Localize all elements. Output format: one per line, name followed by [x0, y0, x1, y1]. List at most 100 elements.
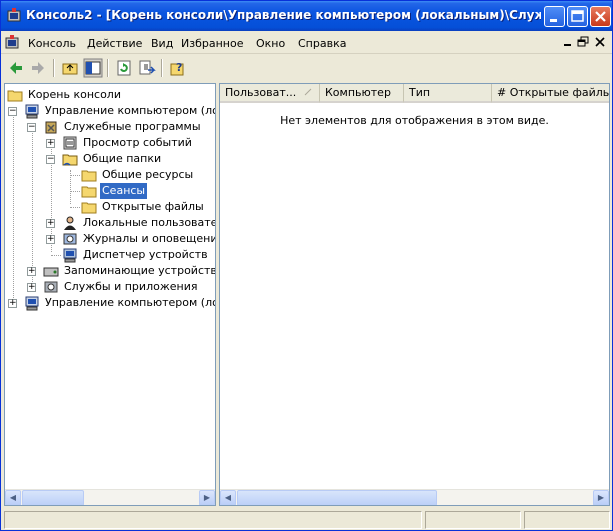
tree-node-label[interactable]: Корень консоли — [26, 87, 123, 103]
tree-node-label[interactable]: Диспетчер устройств — [81, 247, 210, 263]
tree-node-label[interactable]: Общие ресурсы — [100, 167, 195, 183]
mdi-restore-button[interactable] — [576, 35, 590, 49]
help-icon[interactable]: ? — [168, 58, 188, 78]
toolbar-separator — [161, 59, 163, 77]
scroll-right-button[interactable]: ▶ — [199, 490, 215, 505]
minimize-button[interactable] — [544, 6, 565, 27]
tree-node[interactable]: Диспетчер устройств — [5, 247, 215, 263]
status-cell-main — [4, 511, 422, 529]
tree-horizontal-scrollbar[interactable]: ◀ ▶ — [5, 489, 215, 505]
show-tree-icon[interactable] — [83, 58, 103, 78]
menu-action[interactable]: Действие — [87, 37, 142, 50]
maximize-icon — [571, 10, 584, 22]
tree-node[interactable]: Общие ресурсы — [5, 167, 215, 183]
svg-text:?: ? — [176, 61, 182, 74]
up-folder-icon[interactable] — [60, 58, 80, 78]
expand-icon[interactable]: + — [27, 283, 36, 292]
result-horizontal-scrollbar[interactable]: ◀ ▶ — [220, 489, 609, 505]
refresh-icon[interactable] — [114, 58, 134, 78]
tree-node[interactable]: Открытые файлы — [5, 199, 215, 215]
result-pane[interactable]: Пользоват... Компьютер Тип # Открытые фа… — [219, 83, 610, 506]
users-icon — [64, 216, 76, 230]
collapse-icon[interactable]: − — [27, 123, 36, 132]
tree-connector — [51, 255, 61, 256]
tree-node-label[interactable]: Службы и приложения — [62, 279, 199, 295]
maximize-button[interactable] — [567, 6, 588, 27]
shared-folder-icon — [62, 154, 78, 166]
status-cell-secondary — [425, 511, 521, 529]
tree-node-label[interactable]: Просмотр событий — [81, 135, 194, 151]
folder-icon — [81, 186, 97, 198]
export-icon[interactable] — [137, 58, 157, 78]
menu-favorites[interactable]: Избранное — [181, 37, 243, 50]
column-header-type[interactable]: Тип — [404, 84, 492, 103]
tree-node[interactable]: − Служебные программы — [5, 119, 215, 135]
forward-icon[interactable] — [28, 58, 48, 78]
scroll-left-button[interactable]: ◀ — [5, 490, 21, 505]
menu-window[interactable]: Окно — [256, 37, 285, 50]
tree-node-label[interactable]: Локальные пользователи — [81, 215, 215, 231]
tools-icon — [45, 121, 57, 134]
menu-view[interactable]: Вид — [151, 37, 173, 50]
menu-bar: Консоль Действие Вид Избранное Окно Спра… — [1, 32, 612, 54]
event-viewer-icon — [63, 136, 77, 150]
folder-icon — [7, 90, 23, 102]
collapse-icon[interactable]: − — [8, 107, 17, 116]
tree-node-label[interactable]: Служебные программы — [62, 119, 203, 135]
expand-icon[interactable]: + — [8, 299, 17, 308]
expand-icon[interactable]: + — [46, 139, 55, 148]
tree-node[interactable]: − Управление компьютером (локал — [5, 103, 215, 119]
empty-message: Нет элементов для отображения в этом вид… — [280, 114, 549, 127]
expand-icon[interactable]: + — [46, 235, 55, 244]
tree-node[interactable]: Сеансы — [5, 183, 215, 199]
restore-icon — [577, 36, 589, 47]
tree-node[interactable]: Корень консоли — [5, 87, 215, 103]
column-header-open-files[interactable]: # Открытые файлы — [492, 84, 609, 103]
tree-node-label[interactable]: Общие папки — [81, 151, 163, 167]
tree-node[interactable]: − Общие папки — [5, 151, 215, 167]
back-icon[interactable] — [6, 58, 26, 78]
tree-node[interactable]: + Локальные пользователи — [5, 215, 215, 231]
scroll-thumb[interactable] — [22, 490, 84, 505]
tree-node[interactable]: + Журналы и оповещения п — [5, 231, 215, 247]
tree-node-label[interactable]: Управление компьютером (локал — [43, 103, 215, 119]
tree-node[interactable]: + Службы и приложения — [5, 279, 215, 295]
title-bar[interactable]: Консоль2 - [Корень консоли\Управление ко… — [1, 1, 612, 31]
column-header-computer[interactable]: Компьютер — [320, 84, 404, 103]
tree-node-label[interactable]: Открытые файлы — [100, 199, 206, 215]
column-header-user[interactable]: Пользоват... — [220, 84, 320, 103]
close-icon — [595, 37, 605, 47]
logs-icon — [63, 233, 77, 245]
console-tree[interactable]: Корень консоли − Управление компьютером (л… — [4, 83, 216, 506]
minimize-icon — [550, 19, 557, 22]
scroll-right-button[interactable]: ▶ — [593, 490, 609, 505]
tree-node[interactable]: + Просмотр событий — [5, 135, 215, 151]
tree-node-label[interactable]: Сеансы — [100, 183, 148, 199]
collapse-icon[interactable]: − — [46, 155, 55, 164]
tree-node-label[interactable]: Запоминающие устройства — [62, 263, 215, 279]
menu-console[interactable]: Консоль — [28, 37, 76, 50]
tree-node[interactable]: + Запоминающие устройства — [5, 263, 215, 279]
console-menu-icon[interactable] — [4, 35, 20, 51]
close-button[interactable] — [590, 6, 611, 27]
close-icon — [595, 11, 606, 22]
minimize-icon — [564, 44, 571, 46]
tree-node[interactable]: + Управление компьютером (локал — [5, 295, 215, 311]
scroll-left-button[interactable]: ◀ — [220, 490, 236, 505]
mdi-minimize-button[interactable] — [561, 35, 575, 49]
menu-help[interactable]: Справка — [298, 37, 346, 50]
storage-icon — [43, 267, 59, 277]
expand-icon[interactable]: + — [46, 219, 55, 228]
expand-icon[interactable]: + — [27, 267, 36, 276]
sort-arrow-icon — [304, 88, 312, 96]
scroll-thumb[interactable] — [237, 490, 437, 505]
window-title: Консоль2 - [Корень консоли\Управление ко… — [26, 8, 541, 22]
services-icon — [44, 281, 58, 293]
mdi-close-button[interactable] — [593, 35, 607, 49]
folder-icon — [81, 202, 97, 214]
tree-node-label[interactable]: Журналы и оповещения п — [81, 231, 215, 247]
status-bar — [4, 511, 610, 529]
console-icon — [7, 8, 21, 22]
tree-node-label[interactable]: Управление компьютером (локал — [43, 295, 215, 311]
tree-connector — [70, 191, 80, 192]
